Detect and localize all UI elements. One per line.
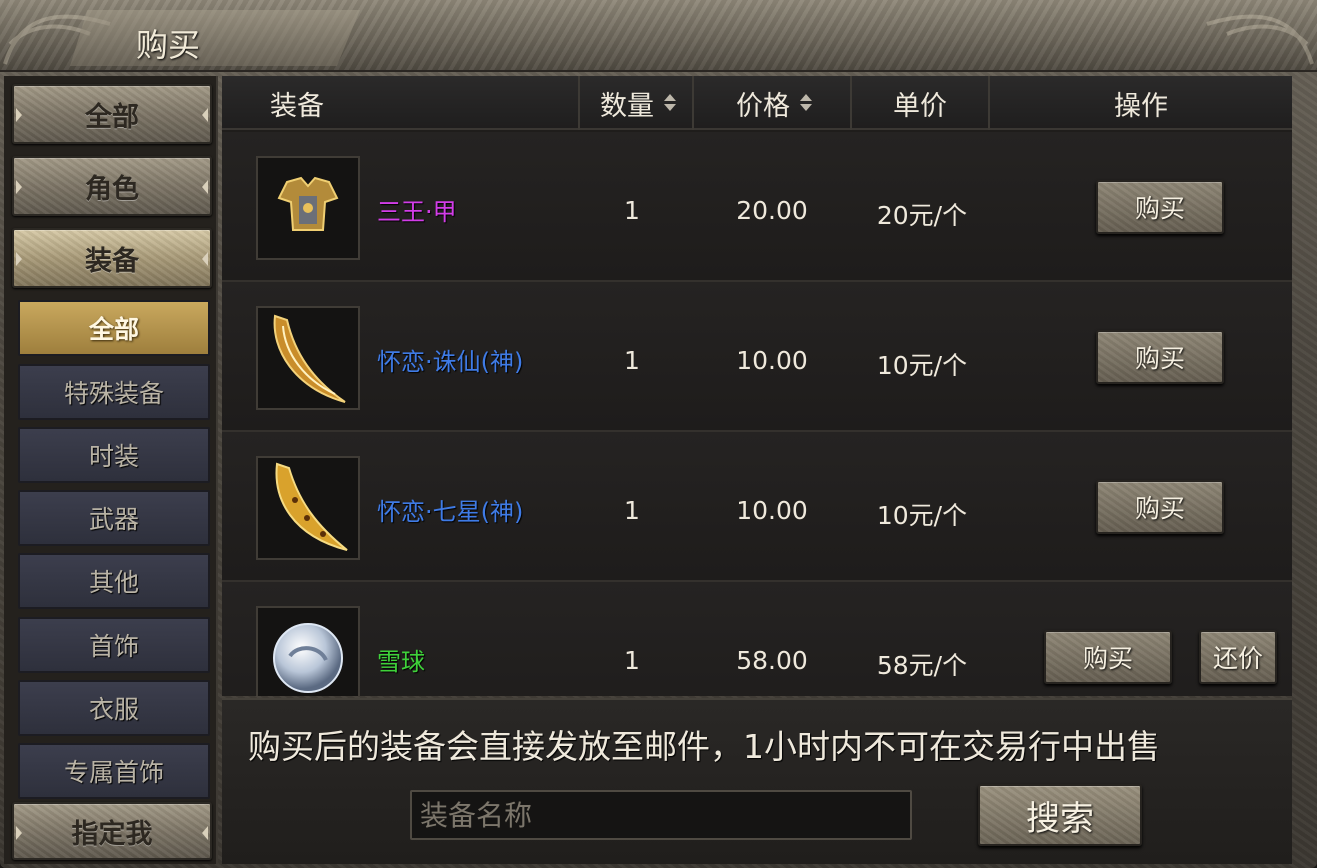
table-header: 装备 数量 价格 单价 操作	[222, 76, 1292, 130]
search-footer: 购买后的装备会直接发放至邮件，1小时内不可在交易行中出售 搜索	[222, 698, 1292, 864]
item-unit-price: 10元/个	[876, 501, 968, 530]
subcategory-fashion[interactable]: 时装	[18, 427, 210, 483]
category-designated-button[interactable]: 指定我	[12, 802, 212, 860]
header-price-label: 价格	[736, 90, 790, 122]
chevron-right-icon	[202, 826, 208, 840]
buy-button[interactable]: 购买	[1096, 480, 1224, 534]
item-price: 10.00	[736, 346, 808, 375]
sort-icon	[800, 93, 812, 113]
table-row: 三王·甲 1 20.00 20元/个 购买	[222, 132, 1292, 282]
buy-button[interactable]: 购买	[1044, 630, 1172, 684]
subcategory-weapon[interactable]: 武器	[18, 490, 210, 546]
subcategory-other[interactable]: 其他	[18, 553, 210, 609]
window-title: 购买	[136, 26, 201, 64]
header-quantity-sort[interactable]: 数量	[580, 76, 694, 130]
item-quantity: 1	[624, 196, 640, 225]
category-label: 指定我	[71, 818, 153, 850]
category-label: 角色	[85, 173, 139, 205]
category-equipment-button[interactable]: 装备	[12, 228, 212, 288]
blade-icon[interactable]	[256, 306, 360, 410]
blade-icon[interactable]	[256, 456, 360, 560]
category-role-button[interactable]: 角色	[12, 156, 212, 216]
buy-button[interactable]: 购买	[1096, 180, 1224, 234]
item-name-search-input[interactable]	[420, 792, 910, 838]
header-quantity-label: 数量	[600, 90, 654, 122]
chevron-right-icon	[202, 108, 208, 122]
chevron-left-icon	[16, 108, 22, 122]
item-name: 怀恋·诛仙(神)	[377, 348, 524, 376]
purchase-notice: 购买后的装备会直接发放至邮件，1小时内不可在交易行中出售	[248, 727, 1160, 766]
item-quantity: 1	[624, 496, 640, 525]
subcategory-all[interactable]: 全部	[18, 300, 210, 356]
subcategory-exclusive-jewelry[interactable]: 专属首饰	[18, 743, 210, 799]
chevron-left-icon	[16, 826, 22, 840]
header-item: 装备	[222, 76, 580, 130]
title-bar: 购买	[0, 0, 1317, 72]
subcategory-special-equipment[interactable]: 特殊装备	[18, 364, 210, 420]
item-unit-price: 10元/个	[876, 351, 968, 380]
subcategory-jewelry[interactable]: 首饰	[18, 617, 210, 673]
title-tab	[70, 10, 360, 66]
subcategory-clothes[interactable]: 衣服	[18, 680, 210, 736]
buy-button[interactable]: 购买	[1096, 330, 1224, 384]
item-name: 怀恋·七星(神)	[377, 498, 524, 526]
header-action: 操作	[990, 76, 1292, 130]
header-unit-price: 单价	[852, 76, 988, 130]
table-row: 怀恋·七星(神) 1 10.00 10元/个 购买	[222, 432, 1292, 582]
chevron-left-icon	[16, 180, 22, 194]
item-unit-price: 58元/个	[876, 651, 968, 680]
category-all-button[interactable]: 全部	[12, 84, 212, 144]
snowball-icon[interactable]	[256, 606, 360, 696]
ornament-right-icon	[1206, 14, 1314, 65]
header-item-label: 装备	[270, 90, 324, 122]
table-row: 怀恋·诛仙(神) 1 10.00 10元/个 购买	[222, 282, 1292, 432]
chevron-right-icon	[202, 252, 208, 266]
chevron-right-icon	[202, 180, 208, 194]
category-sidebar: 全部 角色 装备 全部 特殊装备 时装 武器 其他 首饰 衣服 专属首饰 指定我	[4, 76, 218, 864]
trade-window: 购买 全部 角色 装备 全部 特殊装备 时装 武器 其他 首饰 衣服 专属首饰	[0, 0, 1317, 868]
haggle-button[interactable]: 还价	[1199, 630, 1277, 684]
category-label: 全部	[85, 101, 139, 133]
item-name: 三王·甲	[377, 198, 457, 226]
listing-table: 装备 数量 价格 单价 操作 三王·甲 1 20.00 20元/个 购买 怀恋·…	[222, 76, 1292, 696]
armor-icon[interactable]	[256, 156, 360, 260]
header-unit-price-label: 单价	[893, 90, 947, 122]
search-field	[410, 790, 912, 840]
search-button[interactable]: 搜索	[978, 784, 1142, 846]
item-unit-price: 20元/个	[876, 201, 968, 230]
item-price: 10.00	[736, 496, 808, 525]
category-label: 装备	[85, 245, 139, 277]
item-price: 58.00	[736, 646, 808, 675]
header-action-label: 操作	[1114, 90, 1168, 122]
item-price: 20.00	[736, 196, 808, 225]
item-quantity: 1	[624, 346, 640, 375]
item-quantity: 1	[624, 646, 640, 675]
header-price-sort[interactable]: 价格	[694, 76, 852, 130]
table-row: 雪球 1 58.00 58元/个 购买 还价	[222, 582, 1292, 696]
chevron-left-icon	[16, 252, 22, 266]
sort-icon	[664, 93, 676, 113]
item-name: 雪球	[377, 648, 425, 676]
